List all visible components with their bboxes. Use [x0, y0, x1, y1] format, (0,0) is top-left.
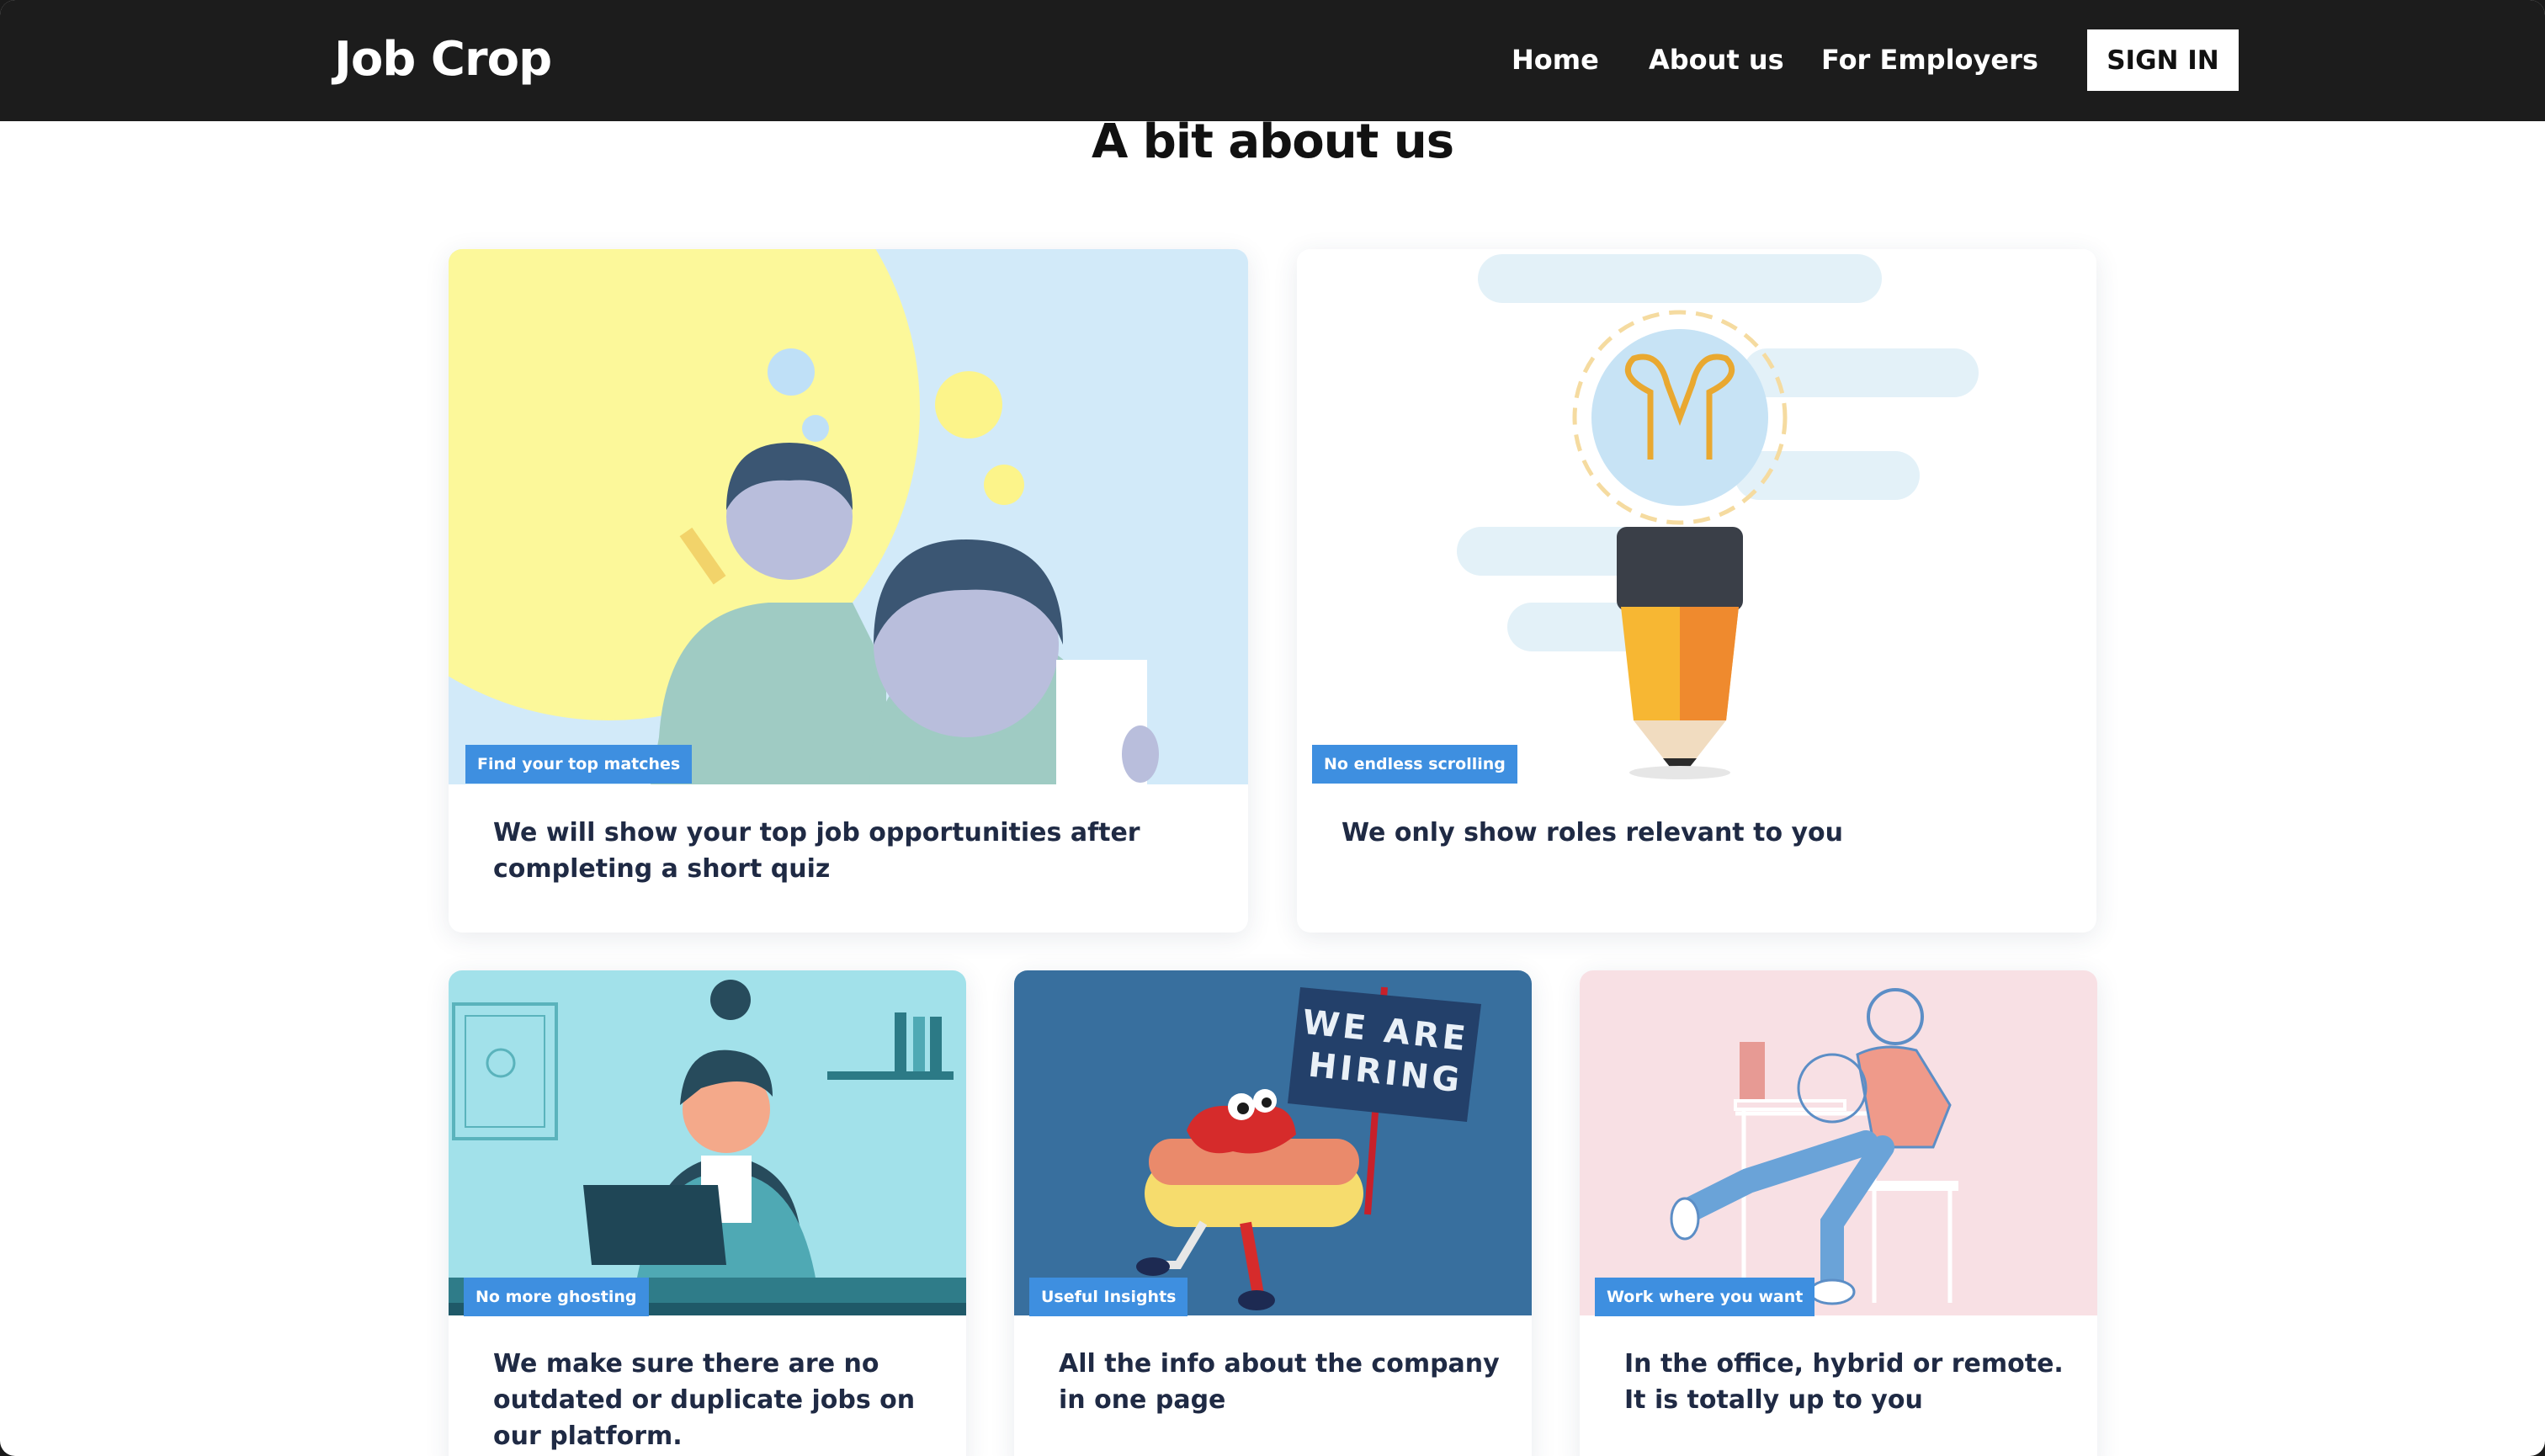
lightbulb-pencil-illustration: [1297, 249, 2096, 784]
feature-card-top-matches[interactable]: Find your top matches We will show your …: [449, 249, 1248, 933]
nav-employers-link[interactable]: For Employers: [1821, 44, 2038, 76]
quiz-illustration: [449, 249, 1248, 784]
remote-work-illustration: [1580, 970, 2097, 1315]
tag-work-where-you-want: Work where you want: [1595, 1278, 1815, 1316]
page: Job Crop Home About us For Employers SIG…: [0, 0, 2545, 1456]
feature-card-insights[interactable]: WE ARE HIRING Useful Insights All the in…: [1014, 970, 1532, 1456]
feature-card-no-ghosting[interactable]: No more ghosting We make sure there are …: [449, 970, 966, 1456]
feature-card-no-scrolling[interactable]: No endless scrolling We only show roles …: [1297, 249, 2096, 933]
card-description: We will show your top job opportunities …: [493, 818, 1140, 884]
navbar: Job Crop Home About us For Employers SIG…: [0, 0, 2545, 121]
card-description: We only show roles relevant to you: [1342, 818, 1844, 848]
tag-useful-insights: Useful Insights: [1029, 1278, 1188, 1316]
sign-in-button[interactable]: SIGN IN: [2087, 29, 2239, 91]
woman-laptop-illustration: [449, 970, 966, 1315]
tag-no-more-ghosting: No more ghosting: [464, 1278, 649, 1316]
feature-card-work-where-you-want[interactable]: Work where you want In the office, hybri…: [1580, 970, 2097, 1456]
nav-home-link[interactable]: Home: [1512, 44, 1599, 76]
hotdog-hiring-illustration: WE ARE HIRING: [1014, 970, 1532, 1315]
section-heading: A bit about us: [1091, 114, 1454, 169]
card-description: All the info about the company in one pa…: [1059, 1349, 1500, 1415]
tag-no-endless-scrolling: No endless scrolling: [1312, 745, 1517, 784]
brand-logo[interactable]: Job Crop: [334, 32, 552, 87]
card-description: We make sure there are no outdated or du…: [493, 1349, 916, 1451]
tag-find-top-matches: Find your top matches: [465, 745, 693, 784]
card-description: In the office, hybrid or remote. It is t…: [1624, 1349, 2064, 1415]
nav-about-link[interactable]: About us: [1649, 44, 1784, 76]
